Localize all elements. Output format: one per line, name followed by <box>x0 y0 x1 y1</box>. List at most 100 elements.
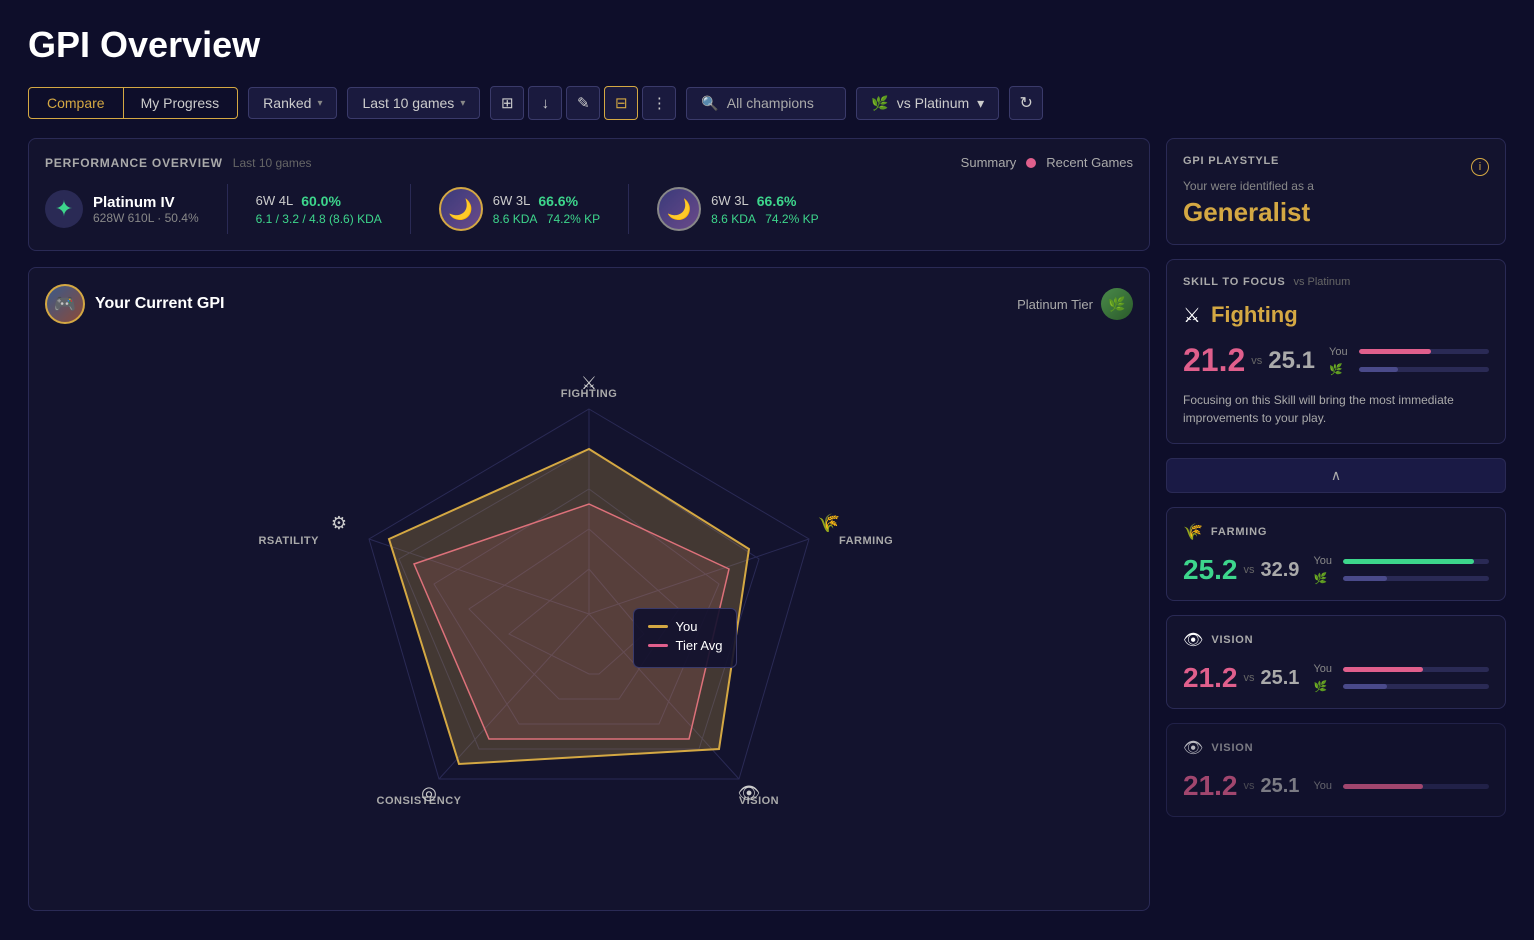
perf-toggle: Summary Recent Games <box>961 155 1133 170</box>
vision-you-track <box>1343 667 1489 672</box>
vision-bar-vs: 🌿 <box>1313 680 1489 693</box>
farming-vs-fill <box>1343 576 1387 581</box>
vs-platinum-dropdown[interactable]: 🌿 vs Platinum ▾ <box>856 87 999 120</box>
tier-icon-circle: 🌿 <box>1101 288 1133 320</box>
page-title: GPI Overview <box>28 24 1506 66</box>
champ-stat-2: 🌙 6W 3L 66.6% 8.6 KDA 74.2% KP <box>657 187 818 231</box>
refresh-button[interactable]: ↻ <box>1009 86 1043 120</box>
vision2-vs-sep: vs <box>1244 780 1255 792</box>
champ1-wr: 66.6% <box>538 193 578 209</box>
ranked-dropdown[interactable]: Ranked ▾ <box>248 87 337 119</box>
vision2-bar-you: You <box>1313 780 1489 792</box>
vision-your-score: 21.2 <box>1183 662 1238 694</box>
separator-2 <box>410 184 411 234</box>
svg-text:VERSATILITY: VERSATILITY <box>259 535 319 547</box>
vision-bar-you: You <box>1313 663 1489 675</box>
view-icon-btn-5[interactable]: ⋮ <box>642 86 676 120</box>
vision-card-icon: 👁 <box>1183 630 1203 650</box>
vs-separator: vs <box>1251 355 1262 367</box>
bar-vs-row: 🌿 <box>1329 363 1489 376</box>
vision-bars: You 🌿 <box>1313 663 1489 693</box>
farming-your-score: 25.2 <box>1183 554 1238 586</box>
vision2-your-score: 21.2 <box>1183 770 1238 802</box>
farming-you-track <box>1343 559 1489 564</box>
gpi-playstyle-card: GPI PLAYSTYLE i Your were identified as … <box>1166 138 1506 245</box>
farming-card-title: FARMING <box>1211 526 1267 538</box>
vs-arrow-icon: ▾ <box>977 95 984 112</box>
you-bar-track <box>1359 349 1489 354</box>
playstyle-name: Generalist <box>1183 197 1489 228</box>
legend-tier-line <box>648 644 668 647</box>
toggle-dot-icon[interactable] <box>1026 158 1036 168</box>
vs-bar-fill <box>1359 367 1398 372</box>
identified-as-label: Your were identified as a <box>1183 179 1489 193</box>
legend-you: You <box>648 619 723 634</box>
stat-block-1: 6W 4L 60.0% 6.1 / 3.2 / 4.8 (8.6) KDA <box>256 193 382 226</box>
farming-bar-vs: 🌿 <box>1313 572 1489 585</box>
vs-platinum-label: vs Platinum <box>897 95 969 111</box>
farming-scores: 25.2 vs 32.9 You 🌿 <box>1183 554 1489 586</box>
rank-emblem-icon: ✦ <box>55 196 73 222</box>
vision-vs-sep: vs <box>1244 672 1255 684</box>
recent-games-label[interactable]: Recent Games <box>1046 155 1133 170</box>
vision-card-2-icon: 👁 <box>1183 738 1203 758</box>
champion-search[interactable]: 🔍 All champions <box>686 87 846 120</box>
view-icon-btn-2[interactable]: ↓ <box>528 86 562 120</box>
champ1-kda: 8.6 KDA 74.2% KP <box>493 212 600 226</box>
top-nav: Compare My Progress Ranked ▾ Last 10 gam… <box>28 86 1506 120</box>
vision2-you-label: You <box>1313 780 1337 792</box>
skill-vs-label: vs Platinum <box>1293 276 1350 288</box>
skill-name: Fighting <box>1211 302 1298 328</box>
vision-vs-score: 25.1 <box>1261 667 1300 690</box>
radar-chart-card: 🎮 Your Current GPI Platinum Tier 🌿 <box>28 267 1150 911</box>
info-icon[interactable]: i <box>1471 158 1489 176</box>
skill-header: SKILL TO FOCUS vs Platinum <box>1183 276 1489 288</box>
last-10-arrow-icon: ▾ <box>460 98 465 109</box>
vision-vs-icon: 🌿 <box>1313 680 1337 693</box>
svg-text:⚙: ⚙ <box>331 513 347 533</box>
view-icon-btn-3[interactable]: ✎ <box>566 86 600 120</box>
collapse-button[interactable]: ∧ <box>1166 458 1506 493</box>
vision-vs-track <box>1343 684 1489 689</box>
skill-to-focus-card: SKILL TO FOCUS vs Platinum ⚔ Fighting 21… <box>1166 259 1506 444</box>
bar-you-row: You <box>1329 346 1489 358</box>
skill-name-row: ⚔ Fighting <box>1183 302 1489 328</box>
champ-avatar-1: 🌙 <box>439 187 483 231</box>
legend-tier-label: Tier Avg <box>676 638 723 653</box>
gpi-playstyle-title: GPI PLAYSTYLE <box>1183 155 1279 167</box>
champ2-kda: 8.6 KDA 74.2% KP <box>711 212 818 226</box>
stat1-wr: 60.0% <box>301 193 341 209</box>
refresh-icon: ↻ <box>1019 93 1032 113</box>
rank-lp: 628W 610L · 50.4% <box>93 211 199 225</box>
farming-you-fill <box>1343 559 1474 564</box>
farming-vs-icon: 🌿 <box>1313 572 1337 585</box>
vs-score: 25.1 <box>1268 347 1315 375</box>
your-gpi-label: 🎮 Your Current GPI <box>45 284 225 324</box>
skill-description: Focusing on this Skill will bring the mo… <box>1183 391 1489 427</box>
farming-card: 🌾 FARMING 25.2 vs 32.9 You <box>1166 507 1506 601</box>
vision2-scores: 21.2 vs 25.1 You <box>1183 770 1489 802</box>
last-10-dropdown[interactable]: Last 10 games ▾ <box>347 87 480 119</box>
skill-title: SKILL TO FOCUS <box>1183 276 1285 288</box>
stat1-wl: 6W 4L <box>256 193 294 208</box>
view-icon-btn-1[interactable]: ⊞ <box>490 86 524 120</box>
last-10-label: Last 10 games <box>362 95 454 111</box>
tab-my-progress[interactable]: My Progress <box>123 88 238 118</box>
icon-btn-group: ⊞ ↓ ✎ ⊟ ⋮ <box>490 86 676 120</box>
svg-text:CONSISTENCY: CONSISTENCY <box>377 795 462 807</box>
platinum-tier-label: Platinum Tier 🌿 <box>1017 288 1133 320</box>
rank-name: Platinum IV <box>93 194 199 211</box>
radar-svg: FIGHTING FARMING VISION CONSISTENCY VERS… <box>259 349 919 879</box>
vision-card-2-header: 👁 VISION <box>1183 738 1489 758</box>
tab-compare[interactable]: Compare <box>28 87 124 119</box>
view-icon-btn-4[interactable]: ⊟ <box>604 86 638 120</box>
radar-legend: You Tier Avg <box>633 608 738 668</box>
farming-vs-sep: vs <box>1244 564 1255 576</box>
radar-chart-container: FIGHTING FARMING VISION CONSISTENCY VERS… <box>45 334 1133 894</box>
farming-vs-score: 32.9 <box>1261 559 1300 582</box>
vision-card: 👁 VISION 21.2 vs 25.1 You <box>1166 615 1506 709</box>
farming-vs-track <box>1343 576 1489 581</box>
vision-you-fill <box>1343 667 1423 672</box>
summary-label[interactable]: Summary <box>961 155 1017 170</box>
stat1-kda: 6.1 / 3.2 / 4.8 (8.6) KDA <box>256 212 382 226</box>
